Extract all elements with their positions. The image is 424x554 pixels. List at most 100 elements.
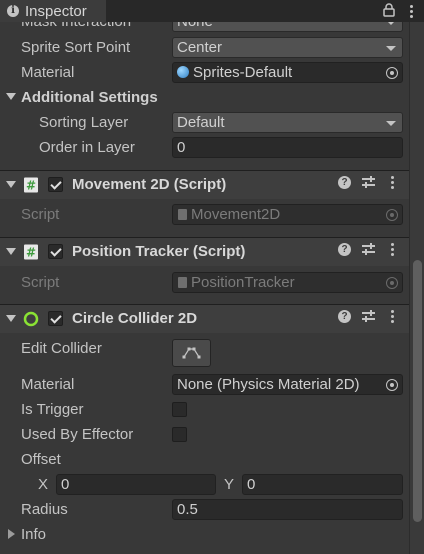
movement-2d-enabled-checkbox[interactable] [48,177,63,192]
position-tracker-enabled-checkbox[interactable] [48,244,63,259]
chevron-down-icon [386,46,396,51]
physics-material-row: Material None (Physics Material 2D) [0,372,409,397]
position-tracker-title: Position Tracker (Script) [72,243,246,260]
foldout-arrow-icon [6,93,16,100]
used-by-effector-label: Used By Effector [21,426,134,443]
foldout-arrow-icon [8,529,15,539]
movement-script-row: Script Movement2D [0,202,409,227]
component-header-icons: ? [338,176,399,189]
kebab-menu-icon[interactable] [405,4,418,18]
scrollbar-thumb[interactable] [413,260,422,522]
material-icon [177,66,189,78]
movement-2d-title: Movement 2D (Script) [72,176,227,193]
additional-settings-foldout[interactable]: Additional Settings [0,85,409,110]
movement-2d-header[interactable]: # Movement 2D (Script) ? [0,170,409,199]
svg-text:#: # [26,246,36,260]
order-in-layer-input[interactable]: 0 [172,137,403,158]
edit-collider-label: Edit Collider [21,340,102,357]
sprite-sort-point-row: Sprite Sort Point Center [0,35,409,60]
sorting-layer-value: Default [177,114,225,131]
movement-script-field: Movement2D [172,204,403,225]
inspector-tab-bar: i Inspector [0,0,424,22]
physics-material-value: None (Physics Material 2D) [177,376,360,393]
offset-row: Offset [0,447,409,472]
lock-icon[interactable] [383,2,395,20]
material-row: Material Sprites-Default [0,60,409,85]
radius-label: Radius [21,501,68,518]
component-header-icons: ? [338,243,399,256]
offset-x-input[interactable]: 0 [56,474,216,495]
edit-collider-button[interactable] [172,339,211,367]
inspector-content: Mask Interaction None Sprite Sort Point … [0,22,409,554]
sorting-layer-dropdown[interactable]: Default [172,112,403,133]
help-icon[interactable]: ? [338,243,351,256]
script-label: Script [21,206,60,223]
info-foldout[interactable]: Info [0,522,409,547]
mask-interaction-label: Mask Interaction [21,22,131,30]
vertical-scrollbar[interactable] [409,22,424,554]
mask-interaction-row: Mask Interaction None [0,22,409,34]
script-file-icon [178,277,187,288]
position-tracker-header[interactable]: # Position Tracker (Script) ? [0,237,409,266]
position-tracker-script-row: Script PositionTracker [0,270,409,295]
foldout-arrow-icon [6,315,16,322]
tab-title: Inspector [25,2,87,20]
help-icon[interactable]: ? [338,310,351,323]
tab-icons [383,0,418,22]
material-value: Sprites-Default [193,64,293,81]
help-icon[interactable]: ? [338,176,351,189]
offset-y-label: Y [224,476,235,493]
radius-input[interactable]: 0.5 [172,499,403,520]
additional-settings-label: Additional Settings [21,89,158,106]
position-tracker-script-value: PositionTracker [191,274,295,291]
sprite-sort-point-label: Sprite Sort Point [21,39,131,56]
circle-collider-2d-header[interactable]: Circle Collider 2D ? [0,304,409,333]
circle-collider-enabled-checkbox[interactable] [48,311,63,326]
is-trigger-checkbox[interactable] [172,402,187,417]
position-tracker-script-field: PositionTracker [172,272,403,293]
is-trigger-label: Is Trigger [21,401,84,418]
physics-material-label: Material [21,376,75,393]
circle-collider-icon [23,311,39,327]
sprite-sort-point-value: Center [177,39,223,56]
mask-interaction-dropdown[interactable]: None [172,22,403,32]
presets-icon[interactable] [362,243,375,256]
material-label: Material [21,64,75,81]
kebab-menu-icon[interactable] [386,176,399,189]
info-label: Info [21,526,47,543]
foldout-arrow-icon [6,181,16,188]
presets-icon[interactable] [362,310,375,323]
script-label: Script [21,274,60,291]
kebab-menu-icon[interactable] [386,310,399,323]
sprite-sort-point-dropdown[interactable]: Center [172,37,403,58]
physics-material-field[interactable]: None (Physics Material 2D) [172,374,403,395]
radius-row: Radius 0.5 [0,497,409,522]
script-icon: # [23,177,39,193]
object-picker-icon [386,277,398,289]
used-by-effector-row: Used By Effector [0,422,409,447]
edit-collider-icon [182,347,201,359]
kebab-menu-icon[interactable] [386,243,399,256]
offset-xy-row: X 0 Y 0 [0,472,409,497]
chevron-down-icon [386,22,396,25]
circle-collider-title: Circle Collider 2D [72,310,198,327]
object-picker-icon [386,209,398,221]
sorting-layer-row: Sorting Layer Default [0,110,409,135]
offset-label: Offset [21,451,61,468]
inspector-tab[interactable]: i Inspector [0,0,106,22]
order-in-layer-label: Order in Layer [39,139,135,156]
offset-y-input[interactable]: 0 [242,474,403,495]
material-field[interactable]: Sprites-Default [172,62,403,83]
script-file-icon [178,209,187,220]
foldout-arrow-icon [6,248,16,255]
object-picker-icon[interactable] [386,67,398,79]
script-icon: # [23,244,39,260]
sorting-layer-label: Sorting Layer [39,114,129,131]
presets-icon[interactable] [362,176,375,189]
object-picker-icon[interactable] [386,379,398,391]
offset-x-label: X [38,476,49,493]
used-by-effector-checkbox[interactable] [172,427,187,442]
chevron-down-icon [386,121,396,126]
is-trigger-row: Is Trigger [0,397,409,422]
info-icon: i [7,5,19,17]
